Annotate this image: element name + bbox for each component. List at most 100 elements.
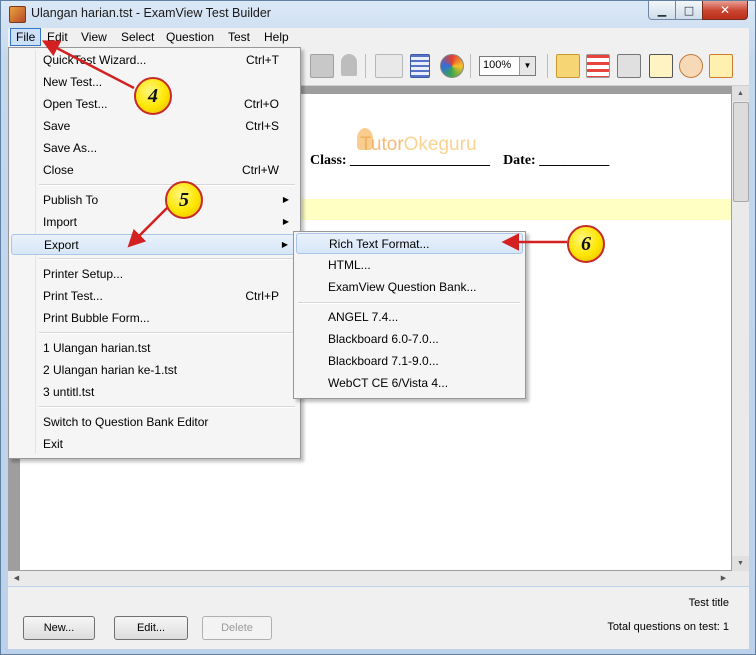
menu-item-label: Print Test...: [43, 289, 103, 303]
callout-5: 5: [165, 181, 203, 219]
maximize-button[interactable]: □: [675, 1, 703, 20]
horizontal-scrollbar[interactable]: ◀ ▶: [8, 571, 749, 586]
menu-edit[interactable]: Edit: [47, 30, 68, 44]
menu-item-recent-3[interactable]: 3 untitl.tst: [11, 382, 297, 403]
class-label: Class: ____________________: [310, 153, 491, 168]
menu-item-print-bubble-form[interactable]: Print Bubble Form...: [11, 308, 297, 329]
vertical-scroll-thumb[interactable]: [733, 102, 749, 202]
edit-button[interactable]: Edit...: [114, 616, 188, 640]
menu-item-export[interactable]: Export ▶: [11, 234, 297, 255]
menu-item-shortcut: Ctrl+P: [245, 289, 279, 303]
menu-item-label: HTML...: [328, 258, 371, 272]
close-button[interactable]: ✕: [702, 1, 748, 20]
menu-item-import[interactable]: Import ▶: [11, 212, 297, 233]
new-button[interactable]: New...: [23, 616, 95, 640]
menu-select[interactable]: Select: [121, 30, 154, 44]
menu-item-label: Exit: [43, 437, 64, 451]
check-question-icon[interactable]: [556, 54, 580, 78]
menu-item-label: 3 untitl.tst: [43, 385, 95, 399]
export-item-rtf[interactable]: Rich Text Format...: [296, 233, 523, 254]
info-icon[interactable]: [341, 54, 357, 76]
menu-separator: [298, 302, 520, 304]
menu-item-label: Close: [43, 163, 74, 177]
bottom-panel: Test title Total questions on test: 1 Ne…: [8, 587, 749, 649]
menu-item-label: ExamView Question Bank...: [328, 280, 477, 294]
menu-help[interactable]: Help: [264, 30, 289, 44]
menu-file[interactable]: File: [10, 28, 42, 46]
export-submenu: Rich Text Format... HTML... ExamView Que…: [293, 231, 526, 399]
export-item-angel[interactable]: ANGEL 7.4...: [296, 307, 523, 328]
color-wheel-icon[interactable]: [440, 54, 464, 78]
list-icon[interactable]: [410, 54, 430, 78]
watermark-brand-2: Okeguru: [403, 134, 477, 155]
menu-item-quicktest-wizard[interactable]: QuickTest Wizard... Ctrl+T: [11, 50, 297, 71]
toolbar-separator: [365, 54, 366, 78]
menu-item-publish-to[interactable]: Publish To ▶: [11, 190, 297, 211]
menu-item-save[interactable]: Save Ctrl+S: [11, 116, 297, 137]
objective-icon[interactable]: [649, 54, 673, 78]
toolbar-separator: [470, 54, 471, 78]
calculator-icon[interactable]: [310, 54, 334, 78]
menu-item-switch-qb-editor[interactable]: Switch to Question Bank Editor: [11, 412, 297, 433]
bubble-sheet-icon[interactable]: [617, 54, 641, 78]
export-item-question-bank[interactable]: ExamView Question Bank...: [296, 277, 523, 298]
equation-icon[interactable]: [375, 54, 403, 78]
scramble-icon[interactable]: [679, 54, 703, 78]
header-form-line: Class: ____________________ Date: ______…: [310, 153, 609, 169]
menu-item-save-as[interactable]: Save As...: [11, 138, 297, 159]
menu-item-label: Blackboard 7.1-9.0...: [328, 354, 439, 368]
menu-separator: [39, 184, 295, 186]
minimize-button[interactable]: ▁: [648, 1, 676, 20]
submenu-arrow-icon: ▶: [282, 195, 289, 204]
app-icon[interactable]: [9, 6, 26, 23]
menu-item-exit[interactable]: Exit: [11, 434, 297, 455]
menu-item-label: Open Test...: [43, 97, 108, 111]
menu-item-label: Publish To: [43, 193, 99, 207]
scroll-down-icon[interactable]: ▼: [732, 556, 749, 571]
scroll-up-icon[interactable]: ▲: [732, 86, 749, 101]
menu-item-recent-1[interactable]: 1 Ulangan harian.tst: [11, 338, 297, 359]
menu-view[interactable]: View: [81, 30, 107, 44]
export-item-blackboard-7[interactable]: Blackboard 7.1-9.0...: [296, 351, 523, 372]
menu-item-label: Print Bubble Form...: [43, 311, 150, 325]
export-item-html[interactable]: HTML...: [296, 255, 523, 276]
vertical-scrollbar[interactable]: ▲ ▼: [732, 86, 749, 571]
callout-6: 6: [567, 225, 605, 263]
export-item-blackboard-6[interactable]: Blackboard 6.0-7.0...: [296, 329, 523, 350]
menu-separator: [39, 332, 295, 334]
submenu-arrow-icon: ▶: [282, 217, 289, 226]
watermark-brand-1: Tutor: [360, 134, 404, 155]
menu-test[interactable]: Test: [228, 30, 250, 44]
menu-question[interactable]: Question: [166, 30, 214, 44]
menu-item-close[interactable]: Close Ctrl+W: [11, 160, 297, 181]
menu-item-print-test[interactable]: Print Test... Ctrl+P: [11, 286, 297, 307]
menu-item-shortcut: Ctrl+T: [246, 53, 279, 67]
zoom-select[interactable]: 100% ▼: [479, 56, 536, 76]
menu-item-label: QuickTest Wizard...: [43, 53, 147, 67]
scroll-left-icon[interactable]: ◀: [9, 571, 24, 586]
chevron-down-icon[interactable]: ▼: [519, 57, 535, 75]
test-options-icon[interactable]: [709, 54, 733, 78]
menu-item-label: 2 Ulangan harian ke-1.tst: [43, 363, 178, 377]
menu-separator: [39, 258, 295, 260]
menu-item-shortcut: Ctrl+O: [243, 97, 279, 111]
test-title-label: Test title: [688, 597, 729, 609]
toolbar-separator: [547, 54, 548, 78]
highlight-bar: [300, 199, 731, 220]
delete-button[interactable]: Delete: [202, 616, 272, 640]
menu-item-shortcut: Ctrl+W: [242, 163, 279, 177]
numbered-list-icon[interactable]: [586, 54, 610, 78]
scroll-right-icon[interactable]: ▶: [716, 571, 731, 586]
submenu-arrow-icon: ▶: [281, 240, 288, 249]
menu-item-printer-setup[interactable]: Printer Setup...: [11, 264, 297, 285]
menu-item-label: Switch to Question Bank Editor: [43, 415, 209, 429]
menu-item-shortcut: Ctrl+S: [245, 119, 279, 133]
export-item-webct[interactable]: WebCT CE 6/Vista 4...: [296, 373, 523, 394]
window-title: Ulangan harian.tst - ExamView Test Build…: [31, 6, 271, 20]
menu-item-label: Save: [43, 119, 71, 133]
menu-item-label: Import: [43, 215, 78, 229]
menu-item-recent-2[interactable]: 2 Ulangan harian ke-1.tst: [11, 360, 297, 381]
menu-bar: File Edit View Select Question Test Help: [8, 28, 749, 47]
menu-item-label: Blackboard 6.0-7.0...: [328, 332, 439, 346]
menu-item-label: Printer Setup...: [43, 267, 124, 281]
